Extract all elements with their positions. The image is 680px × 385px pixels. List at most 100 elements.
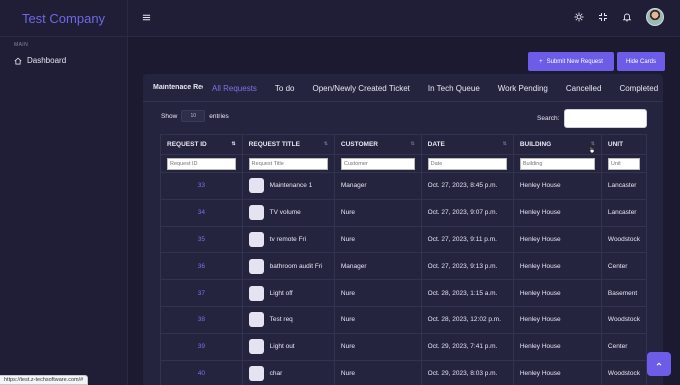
entries-label: entries	[209, 112, 229, 120]
column-header-date[interactable]: DATE ⇅	[420, 134, 514, 155]
request-id-link[interactable]: 36	[160, 252, 243, 281]
fullscreen-icon[interactable]	[598, 12, 608, 22]
request-title-cell: Light out	[241, 332, 335, 361]
mouse-pointer-icon	[589, 144, 595, 154]
entries-control: Show 10 entries	[161, 110, 229, 122]
bell-icon[interactable]	[622, 12, 632, 22]
request-tabs: All Requests To do Open/Newly Created Ti…	[212, 84, 663, 93]
search-input[interactable]	[564, 109, 648, 128]
table-row[interactable]: 40 char Nure Oct. 29, 2023, 8:03 p.m. Henley…	[160, 359, 647, 385]
submit-new-request-label: Submit New Request	[546, 58, 603, 65]
request-thumbnail	[248, 205, 264, 221]
unit-cell: Lancaster	[600, 198, 647, 227]
filter-date-input[interactable]	[427, 157, 507, 170]
submit-new-request-button[interactable]: + Submit New Request	[528, 52, 614, 71]
unit-cell: Woodstock	[600, 359, 647, 385]
customer-cell: Manager	[333, 252, 422, 281]
sidebar: Test Company MAIN Dashboard	[0, 0, 128, 385]
building-cell: Henley House	[512, 279, 602, 307]
filter-row	[160, 154, 647, 173]
request-id-link[interactable]: 38	[160, 305, 243, 334]
request-title-cell: Light off	[241, 279, 335, 307]
request-title: tv remote Fri	[269, 236, 307, 244]
tab-work-pending[interactable]: Work Pending	[498, 84, 548, 93]
hide-cards-button[interactable]: Hide Cards	[617, 52, 665, 71]
table-row[interactable]: 33 Maintenance 1 Manager Oct. 27, 2023, 8:4…	[160, 172, 647, 200]
request-title: Maintenance 1	[269, 182, 313, 190]
request-thumbnail	[248, 312, 264, 328]
status-bar-url: https://test.z-techsoftware.com/#	[0, 375, 89, 385]
sort-asc-icon: ⇅	[231, 141, 236, 147]
request-thumbnail	[248, 285, 264, 301]
table-header-row: REQUEST ID ⇅ REQUEST TITLE ⇅ CUSTOMER ⇅ DAT…	[160, 134, 647, 155]
request-thumbnail	[248, 178, 264, 194]
requests-table-wrapper: REQUEST ID ⇅ REQUEST TITLE ⇅ CUSTOMER ⇅ DAT…	[160, 134, 647, 385]
requests-table: REQUEST ID ⇅ REQUEST TITLE ⇅ CUSTOMER ⇅ DAT…	[160, 134, 647, 385]
building-cell: Henley House	[512, 359, 602, 385]
menu-icon[interactable]	[142, 13, 151, 22]
entries-select[interactable]: 10	[181, 110, 206, 122]
request-id-link[interactable]: 35	[160, 225, 243, 254]
table-row[interactable]: 39 Light out Nure Oct. 29, 2023, 7:41 p.m. H…	[160, 332, 647, 361]
filter-request-id-input[interactable]	[167, 157, 236, 170]
column-header-request-title[interactable]: REQUEST TITLE ⇅	[241, 134, 335, 155]
column-header-request-id[interactable]: REQUEST ID ⇅	[160, 134, 243, 155]
column-header-customer[interactable]: CUSTOMER ⇅	[333, 134, 422, 155]
filter-unit-input[interactable]	[607, 157, 640, 170]
card-header: Maintenace Requests All Requests To do O…	[143, 74, 663, 102]
search-label: Search:	[537, 115, 560, 122]
tab-open-newly-created[interactable]: Open/Newly Created Ticket	[313, 84, 410, 93]
show-label: Show	[161, 112, 178, 120]
request-id-link[interactable]: 33	[160, 172, 243, 200]
sidebar-item-label: Dashboard	[27, 56, 67, 65]
filter-cell	[600, 154, 647, 173]
date-cell: Oct. 27, 2023, 9:13 p.m.	[420, 252, 514, 281]
request-title-cell: char	[241, 359, 335, 385]
request-title: Test req	[269, 316, 293, 324]
column-header-unit[interactable]: UNIT	[600, 134, 647, 155]
request-id-link[interactable]: 37	[160, 279, 243, 307]
table-row[interactable]: 34 TV volume Nure Oct. 27, 2023, 9:07 p.m. H…	[160, 198, 647, 227]
request-title: Light off	[269, 289, 293, 297]
scroll-to-top-button[interactable]	[647, 352, 671, 376]
request-thumbnail	[248, 339, 264, 355]
tab-to-do[interactable]: To do	[275, 84, 295, 93]
sidebar-item-dashboard[interactable]: Dashboard	[14, 56, 127, 65]
sidebar-section-label: MAIN	[14, 42, 29, 48]
request-id-link[interactable]: 39	[160, 332, 243, 361]
tab-cancelled[interactable]: Cancelled	[566, 84, 602, 93]
sort-icon: ⇅	[502, 141, 507, 147]
request-title: TV volume	[269, 209, 301, 217]
request-title-cell: bathroom audit Fri	[241, 252, 335, 281]
avatar[interactable]	[646, 8, 664, 26]
tab-completed[interactable]: Completed	[619, 84, 658, 93]
request-title: char	[269, 370, 283, 378]
request-title-cell: Test req	[241, 305, 335, 334]
table-row[interactable]: 35 tv remote Fri Nure Oct. 27, 2023, 9:11 p…	[160, 225, 647, 254]
table-row[interactable]: 36 bathroom audit Fri Manager Oct. 27, 2023…	[160, 252, 647, 281]
filter-building-input[interactable]	[519, 157, 595, 170]
building-cell: Henley House	[512, 252, 602, 281]
request-thumbnail	[248, 365, 264, 381]
sun-icon[interactable]	[574, 12, 584, 22]
request-id-link[interactable]: 40	[160, 359, 243, 385]
date-cell: Oct. 27, 2023, 8:45 p.m.	[420, 172, 514, 200]
sort-icon: ⇅	[323, 141, 328, 147]
date-cell: Oct. 28, 2023, 12:02 p.m.	[420, 305, 514, 334]
filter-request-title-input[interactable]	[248, 157, 328, 170]
plus-icon: +	[539, 58, 543, 65]
brand-logo[interactable]: Test Company	[0, 0, 127, 37]
unit-cell: Basement	[600, 279, 647, 307]
table-row[interactable]: 38 Test req Nure Oct. 28, 2023, 12:02 p.m. H…	[160, 305, 647, 334]
tab-in-tech-queue[interactable]: In Tech Queue	[428, 84, 480, 93]
card-title: Maintenace Requests	[153, 84, 203, 91]
customer-cell: Nure	[333, 332, 422, 361]
request-id-link[interactable]: 34	[160, 198, 243, 227]
date-cell: Oct. 27, 2023, 9:07 p.m.	[420, 198, 514, 227]
date-cell: Oct. 29, 2023, 7:41 p.m.	[420, 332, 514, 361]
request-title-cell: Maintenance 1	[241, 172, 335, 200]
table-row[interactable]: 37 Light off Nure Oct. 28, 2023, 1:15 a.m. H…	[160, 279, 647, 307]
tab-all-requests[interactable]: All Requests	[212, 84, 257, 93]
date-cell: Oct. 28, 2023, 1:15 a.m.	[420, 279, 514, 307]
filter-customer-input[interactable]	[340, 157, 415, 170]
